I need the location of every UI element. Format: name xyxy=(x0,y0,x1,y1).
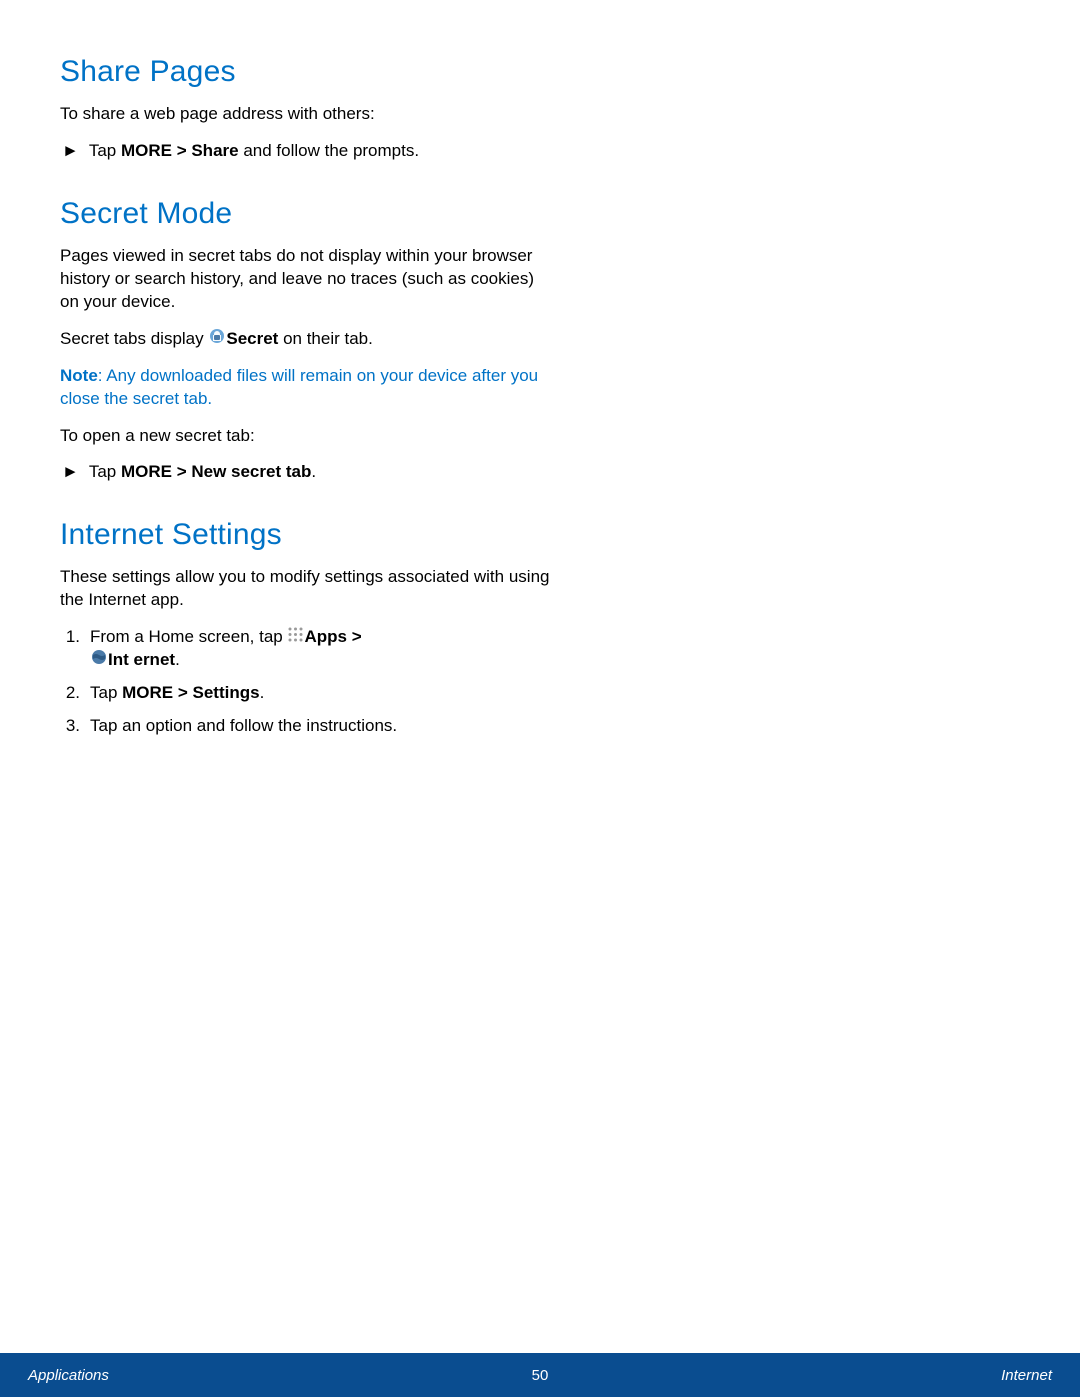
text-suffix: . xyxy=(175,650,180,669)
secret-p2: Secret tabs display Secret on their tab. xyxy=(60,328,550,351)
list-number: 3. xyxy=(62,715,80,738)
text-suffix: . xyxy=(260,683,265,702)
text-gt: > xyxy=(347,627,362,646)
text-bold: MORE > Settings xyxy=(122,683,259,702)
text-prefix: Secret tabs display xyxy=(60,329,208,348)
content-column: Share Pages To share a web page address … xyxy=(60,55,550,738)
page-footer: Applications 50 Internet xyxy=(0,1353,1080,1397)
footer-right: Internet xyxy=(1001,1367,1052,1384)
text-suffix: . xyxy=(311,462,316,481)
text-bold: Secret xyxy=(226,329,278,348)
step-text: From a Home screen, tap Apps > Int ernet… xyxy=(90,626,362,672)
settings-step-3: 3. Tap an option and follow the instruct… xyxy=(62,715,550,738)
text-suffix: on their tab. xyxy=(278,329,373,348)
note-text: : Any downloaded files will remain on yo… xyxy=(60,366,538,408)
text-prefix: Tap xyxy=(90,683,122,702)
play-arrow-icon: ► xyxy=(62,140,79,163)
settings-step-2: 2. Tap MORE > Settings. xyxy=(62,682,550,705)
secret-p1: Pages viewed in secret tabs do not displ… xyxy=(60,245,550,314)
heading-internet-settings: Internet Settings xyxy=(60,518,550,552)
step-text: Tap an option and follow the instruction… xyxy=(90,715,397,738)
document-page: Share Pages To share a web page address … xyxy=(0,0,1080,1397)
list-number: 2. xyxy=(62,682,80,705)
share-intro: To share a web page address with others: xyxy=(60,103,550,126)
text-prefix: Tap xyxy=(89,462,121,481)
text-bold: MORE > Share xyxy=(121,141,239,160)
apps-grid-icon xyxy=(288,626,303,649)
secret-bullet-text: Tap MORE > New secret tab. xyxy=(89,461,316,484)
text-prefix: Tap xyxy=(89,141,121,160)
text-prefix: From a Home screen, tap xyxy=(90,627,287,646)
settings-step-1: 1. From a Home screen, tap Apps > Int er… xyxy=(62,626,550,672)
heading-share-pages: Share Pages xyxy=(60,55,550,89)
footer-left: Applications xyxy=(28,1367,109,1384)
share-bullet: ► Tap MORE > Share and follow the prompt… xyxy=(62,140,550,163)
section-share-pages: Share Pages To share a web page address … xyxy=(60,55,550,163)
text-bold: MORE > New secret tab xyxy=(121,462,311,481)
share-bullet-text: Tap MORE > Share and follow the prompts. xyxy=(89,140,419,163)
text-internet: Int ernet xyxy=(108,650,175,669)
section-secret-mode: Secret Mode Pages viewed in secret tabs … xyxy=(60,197,550,485)
play-arrow-icon: ► xyxy=(62,461,79,484)
step-text: Tap MORE > Settings. xyxy=(90,682,264,705)
list-number: 1. xyxy=(62,626,80,649)
secret-p3: To open a new secret tab: xyxy=(60,425,550,448)
footer-page-number: 50 xyxy=(532,1367,549,1384)
text-suffix: and follow the prompts. xyxy=(239,141,419,160)
secret-bullet: ► Tap MORE > New secret tab. xyxy=(62,461,550,484)
globe-icon xyxy=(91,649,107,672)
secret-lock-globe-icon xyxy=(209,328,225,351)
text-apps: Apps xyxy=(304,627,347,646)
settings-intro: These settings allow you to modify setti… xyxy=(60,566,550,612)
secret-note: Note: Any downloaded files will remain o… xyxy=(60,365,550,411)
note-label: Note xyxy=(60,366,98,385)
heading-secret-mode: Secret Mode xyxy=(60,197,550,231)
section-internet-settings: Internet Settings These settings allow y… xyxy=(60,518,550,738)
